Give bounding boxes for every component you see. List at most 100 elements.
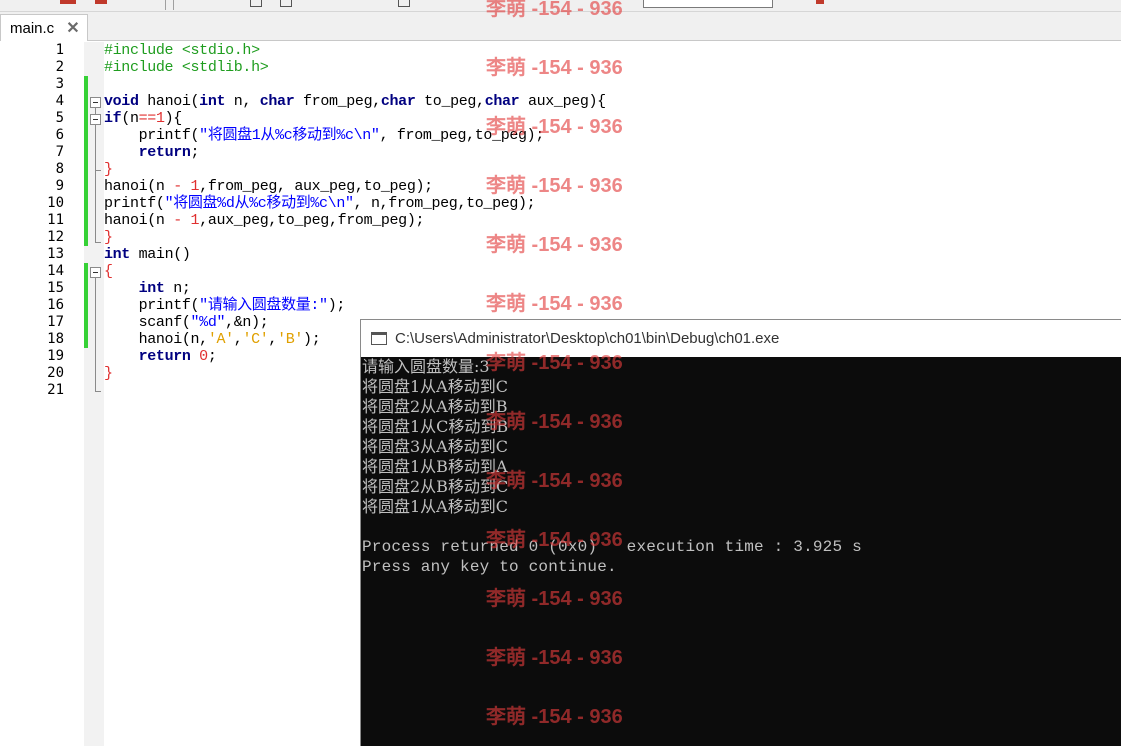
console-title-bar[interactable]: C:\Users\Administrator\Desktop\ch01\bin\… [361, 320, 1121, 357]
watermark: 李萌 -154 - 936 [486, 529, 623, 551]
watermark: 李萌 -154 - 936 [486, 0, 623, 20]
change-marker [84, 110, 88, 127]
line-number: 7 [55, 144, 64, 160]
code-text: { [104, 263, 113, 280]
watermark: 李萌 -154 - 936 [486, 57, 623, 79]
code-line: 4 void hanoi(int n, char from_peg,char t… [0, 93, 1121, 110]
change-marker [84, 195, 88, 212]
line-number: 12 [47, 229, 64, 245]
line-number: 14 [47, 263, 64, 279]
console-line: 将圆盘1从A移动到C [362, 497, 508, 516]
code-line: 14 { [0, 263, 1121, 280]
line-number: 18 [47, 331, 64, 347]
line-number: 20 [47, 365, 64, 381]
line-number: 1 [55, 42, 64, 58]
tab-label: main.c [10, 19, 55, 37]
console-window[interactable]: C:\Users\Administrator\Desktop\ch01\bin\… [360, 319, 1121, 746]
code-text: hanoi(n - 1,from_peg, aux_peg,to_peg); [104, 178, 433, 195]
line-number: 10 [47, 195, 64, 211]
console-line: 将圆盘2从B移动到C [362, 477, 509, 496]
console-title: C:\Users\Administrator\Desktop\ch01\bin\… [395, 330, 780, 347]
change-marker [84, 297, 88, 314]
console-output[interactable]: 请输入圆盘数量:3 将圆盘1从A移动到C 将圆盘2从A移动到B 将圆盘1从C移动… [361, 357, 1121, 746]
toolbar-button-icon[interactable] [280, 0, 292, 7]
code-text: } [104, 229, 113, 246]
code-text: } [104, 365, 113, 382]
watermark: 李萌 -154 - 936 [486, 234, 623, 256]
watermark: 李萌 -154 - 936 [486, 175, 623, 197]
code-text: if(n==1){ [104, 110, 182, 127]
toolbar-separator [165, 0, 166, 10]
line-number: 15 [47, 280, 64, 296]
toolbar-separator [173, 0, 174, 10]
line-number: 5 [55, 110, 64, 126]
code-text: return 0; [138, 348, 217, 365]
line-number: 6 [55, 127, 64, 143]
toolbar-button-red-2[interactable] [95, 0, 107, 4]
toolbar-button-red-1[interactable] [60, 0, 76, 4]
fold-toggle-icon[interactable] [90, 114, 101, 125]
toolbar-button-icon[interactable] [398, 0, 410, 7]
watermark: 李萌 -154 - 936 [486, 411, 623, 433]
console-line: Press any key to continue. [362, 558, 617, 576]
line-number: 2 [55, 59, 64, 75]
code-line: 11 hanoi(n - 1,aux_peg,to_peg,from_peg); [0, 212, 1121, 229]
change-marker [84, 127, 88, 144]
code-text: return; [138, 144, 200, 161]
console-line: 将圆盘1从C移动到B [362, 417, 509, 436]
toolbar-button-icon[interactable] [250, 0, 262, 7]
console-line: 将圆盘2从A移动到B [362, 397, 508, 416]
change-marker [84, 161, 88, 178]
fold-toggle-icon[interactable] [90, 97, 101, 108]
console-line: 请输入圆盘数量:3 [362, 357, 490, 376]
line-number: 4 [55, 93, 64, 109]
line-number: 3 [55, 76, 64, 92]
change-marker [84, 280, 88, 297]
line-number: 13 [47, 246, 64, 262]
line-number: 19 [47, 348, 64, 364]
console-line: Process returned 0 (0x0) execution time … [362, 538, 862, 556]
code-text: printf("将圆盘1从%c移动到%c\n", from_peg,to_peg… [104, 127, 545, 144]
watermark: 李萌 -154 - 936 [486, 706, 623, 728]
code-line: 7 return; [0, 144, 1121, 161]
change-marker [84, 314, 88, 331]
code-text: printf("请输入圆盘数量:"); [104, 297, 346, 314]
code-text: void hanoi(int n, char from_peg,char to_… [104, 93, 606, 110]
code-text: int n; [138, 280, 191, 297]
change-marker [84, 93, 88, 110]
line-number: 16 [47, 297, 64, 313]
code-text: hanoi(n - 1,aux_peg,to_peg,from_peg); [104, 212, 425, 229]
code-text: printf("将圆盘%d从%c移动到%c\n", n,from_peg,to_… [104, 195, 536, 212]
watermark: 李萌 -154 - 936 [486, 116, 623, 138]
code-text: #include <stdlib.h> [104, 59, 269, 76]
watermark: 李萌 -154 - 936 [486, 352, 623, 374]
close-icon[interactable]: ✕ [66, 18, 79, 38]
code-text: hanoi(n,'A','C','B'); [104, 331, 321, 348]
code-text: int main() [104, 246, 191, 263]
toolbar-search-input[interactable] [643, 0, 773, 8]
tab-main-c[interactable]: main.c ✕ [0, 14, 88, 41]
console-line: 将圆盘1从B移动到A [362, 457, 508, 476]
watermark: 李萌 -154 - 936 [486, 588, 623, 610]
change-marker [84, 178, 88, 195]
code-text: #include <stdio.h> [104, 42, 260, 59]
console-line: 将圆盘1从A移动到C [362, 377, 508, 396]
change-marker [84, 76, 88, 93]
code-text: } [104, 161, 113, 178]
watermark: 李萌 -154 - 936 [486, 293, 623, 315]
line-number: 21 [47, 382, 64, 398]
toolbar-dropdown-arrow[interactable] [816, 0, 824, 4]
watermark: 李萌 -154 - 936 [486, 647, 623, 669]
line-number: 9 [55, 178, 64, 194]
fold-toggle-icon[interactable] [90, 267, 101, 278]
change-marker [84, 212, 88, 229]
change-marker [84, 144, 88, 161]
line-number: 11 [47, 212, 64, 228]
change-marker [84, 263, 88, 280]
console-app-icon [371, 332, 387, 345]
line-number: 8 [55, 161, 64, 177]
code-text: scanf("%d",&n); [104, 314, 269, 331]
change-marker [84, 229, 88, 246]
change-marker [84, 331, 88, 348]
